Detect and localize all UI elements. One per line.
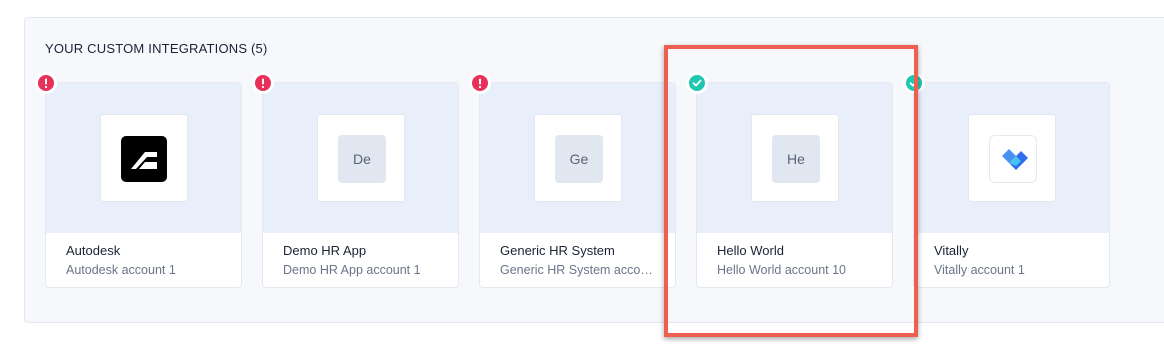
integration-card-autodesk[interactable]: Autodesk Autodesk account 1 [38,75,242,288]
integration-account: Generic HR System account 1 [500,263,654,277]
initials-avatar: De [338,135,386,183]
card-header [46,83,241,233]
integration-name: Vitally [934,243,969,258]
vitally-logo-icon [989,135,1037,183]
integration-account: Vitally account 1 [934,263,1025,277]
logo-box: He [751,114,839,202]
integration-account: Autodesk account 1 [66,263,176,277]
integration-name: Hello World [717,243,784,258]
error-status-icon [255,75,271,91]
integration-name: Demo HR App [283,243,367,258]
connected-check-icon [689,75,705,91]
logo-box: De [317,114,405,202]
card-header: Ge [480,83,675,233]
initials-avatar: Ge [555,135,603,183]
integration-account: Demo HR App account 1 [283,263,421,277]
card-header: De [263,83,458,233]
logo-box [968,114,1056,202]
error-status-icon [38,75,54,91]
connected-check-icon [906,75,922,91]
logo-box [100,114,188,202]
error-status-icon [472,75,488,91]
integration-card-demo-hr-app[interactable]: De Demo HR App Demo HR App account 1 [255,75,459,288]
integration-name: Generic HR System [500,243,615,258]
integration-card-vitally[interactable]: Vitally Vitally account 1 [906,75,1110,288]
integration-name: Autodesk [66,243,121,258]
integration-account: Hello World account 10 [717,263,847,277]
integration-card-hello-world[interactable]: He Hello World Hello World account 10 [689,75,893,288]
section-title: YOUR CUSTOM INTEGRATIONS (5) [45,41,268,56]
autodesk-logo-icon [121,136,167,182]
card-header [914,83,1109,233]
custom-integrations-panel: YOUR CUSTOM INTEGRATIONS (5) Autodesk Au… [24,17,1164,323]
integration-card-generic-hr-system[interactable]: Ge Generic HR System Generic HR System a… [472,75,676,288]
logo-box: Ge [534,114,622,202]
card-header: He [697,83,892,233]
initials-avatar: He [772,135,820,183]
